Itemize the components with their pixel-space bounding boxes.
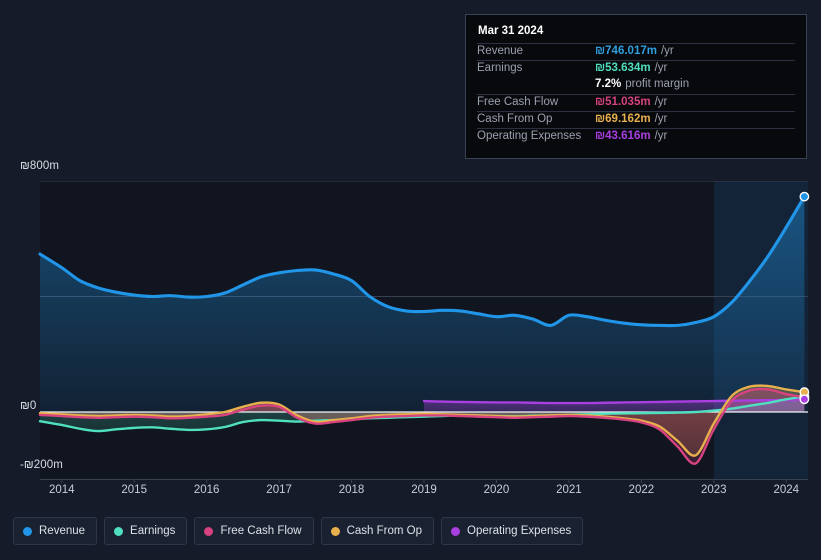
y-axis-label-800m: ₪800m — [20, 160, 60, 172]
chart-svg — [38, 181, 810, 479]
x-axis-ticks — [40, 479, 808, 483]
tooltip-row-operating-expenses: Operating Expenses ₪43.616m/yr — [477, 128, 795, 145]
revenue-endpoint-marker — [799, 191, 810, 202]
y-axis-label-negative-200m: -₪200m — [20, 459, 63, 471]
x-axis: 2014 2015 2016 2017 2018 2019 2020 2021 2022 2023… — [0, 479, 821, 502]
tooltip-row-profit-margin: 7.2% profit margin — [477, 77, 795, 94]
legend-item-free-cash-flow[interactable]: Free Cash Flow — [194, 517, 314, 545]
tooltip-row-cash-from-op: Cash From Op ₪69.162m/yr — [477, 111, 795, 128]
tooltip-row-value: ₪43.616m — [595, 130, 651, 142]
operating-expenses-endpoint-marker — [799, 394, 810, 405]
legend-label: Free Cash Flow — [220, 525, 302, 537]
tooltip-date: Mar 31 2024 — [478, 25, 544, 37]
tooltip-row-unit: /yr — [660, 45, 674, 57]
legend-color-dot-icon — [330, 526, 340, 536]
tooltip-row-value: ₪746.017m — [595, 45, 657, 57]
chart-tooltip: Mar 31 2024 Revenue ₪746.017m/yr Earnings ₪… — [465, 14, 807, 159]
legend-item-cash-from-op[interactable]: Cash From Op — [320, 517, 435, 545]
tooltip-row-value: ₪51.035m — [595, 96, 651, 108]
legend-item-revenue[interactable]: Revenue — [13, 517, 98, 545]
tooltip-row-value: ₪69.162m — [595, 113, 651, 125]
legend-label: Operating Expenses — [467, 525, 572, 537]
legend-color-dot-icon — [23, 526, 32, 536]
legend-item-earnings[interactable]: Earnings — [104, 517, 188, 545]
legend-label: Revenue — [39, 525, 86, 537]
tooltip-row-label: Revenue — [477, 45, 524, 57]
tooltip-row-revenue: Revenue ₪746.017m/yr — [477, 43, 795, 60]
tooltip-rows: Revenue ₪746.017m/yr Earnings ₪53.634m/yr 7.… — [477, 43, 795, 145]
legend-color-dot-icon — [204, 526, 214, 536]
tooltip-row-label: Earnings — [477, 62, 523, 74]
chart-plot-area[interactable] — [0, 181, 821, 479]
tooltip-row-label: Cash From Op — [477, 113, 553, 125]
tooltip-row-label: Operating Expenses — [477, 130, 582, 142]
chart-legend: Revenue Earnings Free Cash Flow Cash From O… — [13, 517, 584, 545]
tooltip-row-unit: /yr — [654, 96, 668, 108]
tooltip-row-unit: /yr — [654, 113, 668, 125]
tooltip-row-value: 7.2% — [595, 78, 622, 90]
tooltip-row-free-cash-flow: Free Cash Flow ₪51.035m/yr — [477, 94, 795, 111]
tooltip-row-label: Free Cash Flow — [477, 96, 559, 108]
tooltip-row-earnings: Earnings ₪53.634m/yr — [477, 60, 795, 77]
y-axis-label-zero: ₪0 — [20, 400, 37, 412]
tooltip-row-unit: profit margin — [625, 78, 690, 90]
legend-label: Earnings — [130, 525, 176, 537]
tooltip-row-unit: /yr — [654, 62, 668, 74]
tooltip-row-value: ₪53.634m — [595, 62, 651, 74]
legend-color-dot-icon — [114, 526, 124, 536]
tooltip-row-unit: /yr — [654, 130, 668, 142]
chart-screenshot: ₪800m ₪0 -₪200m 2014 2015 2016 2017 2018 2019… — [0, 0, 821, 560]
legend-label: Cash From Op — [346, 525, 423, 537]
legend-item-operating-expenses[interactable]: Operating Expenses — [441, 517, 584, 545]
legend-color-dot-icon — [451, 526, 461, 536]
